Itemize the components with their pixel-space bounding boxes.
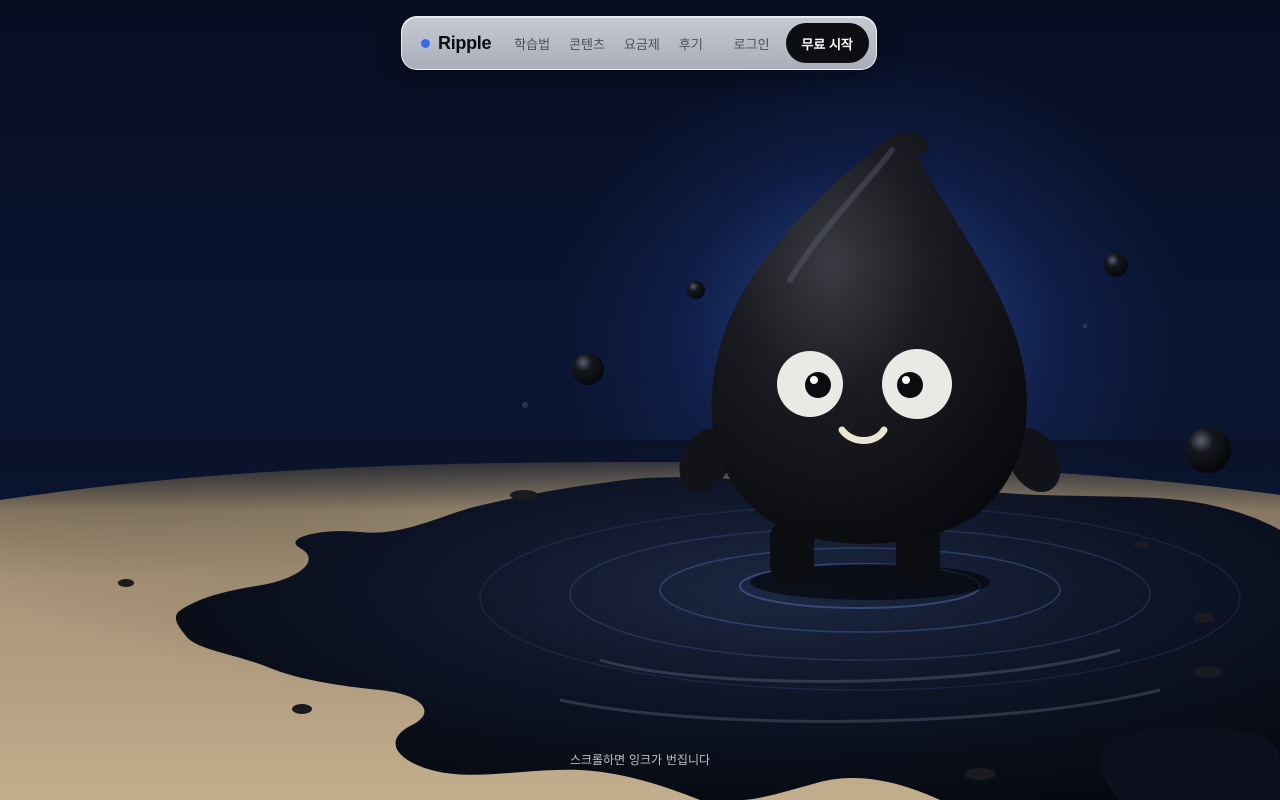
start-free-button[interactable]: 무료 시작 <box>785 23 869 63</box>
top-navigation-bar: Ripple 학습법 콘텐츠 요금제 후기 로그인 무료 시작 <box>401 16 877 70</box>
scroll-hint: 스크롤하면 잉크가 번집니다 <box>569 753 711 767</box>
brand-logo[interactable]: Ripple <box>421 32 492 54</box>
nav-link-method[interactable]: 학습법 <box>514 34 550 53</box>
hero-section: Ripple 학습법 콘텐츠 요금제 후기 로그인 무료 시작 스크롤하면 잉크… <box>0 0 1280 800</box>
brand-dot-icon <box>421 38 430 48</box>
nav-links: 학습법 콘텐츠 요금제 후기 <box>514 34 703 53</box>
hero-illustration <box>0 132 1280 800</box>
nav-link-content[interactable]: 콘텐츠 <box>569 34 605 53</box>
brand-name: Ripple <box>438 32 492 53</box>
login-link[interactable]: 로그인 <box>734 34 770 53</box>
nav-link-reviews[interactable]: 후기 <box>679 34 703 53</box>
nav-link-pricing[interactable]: 요금제 <box>624 34 660 53</box>
